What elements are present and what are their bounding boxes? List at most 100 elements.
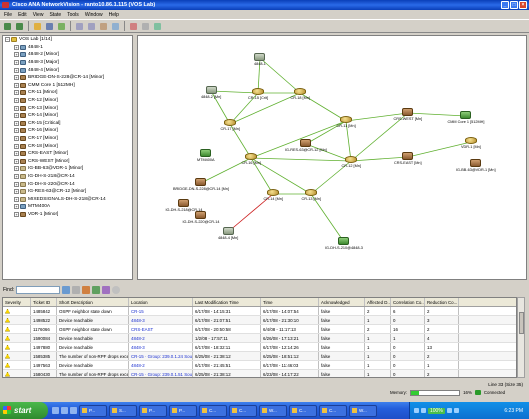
table-row[interactable]: 1485842 OSPF neighbor state down CR-15 6/17…: [3, 307, 516, 316]
layout-button[interactable]: [110, 21, 121, 32]
map-node[interactable]: 4848-2 [Mn]: [201, 86, 221, 99]
column-header[interactable]: Location: [129, 298, 193, 306]
expand-icon[interactable]: +: [14, 75, 19, 81]
expand-icon[interactable]: +: [14, 173, 19, 179]
alarm-table-scrollbar[interactable]: [517, 297, 525, 378]
tree-item[interactable]: + CR-11 [Minor]: [3, 89, 132, 97]
column-header[interactable]: Acknowledged: [319, 298, 365, 306]
taskbar-task-button[interactable]: P...: [79, 404, 107, 417]
taskbar-task-button[interactable]: C...: [289, 404, 317, 417]
tree-item[interactable]: + CR-13 [Minor]: [3, 104, 132, 112]
map-node[interactable]: CR-17 [Mn]: [221, 119, 240, 131]
explorer-icon[interactable]: [70, 407, 77, 414]
taskbar-task-button[interactable]: W...: [259, 404, 287, 417]
fit-view-button[interactable]: [98, 21, 109, 32]
zoom-out-button[interactable]: [86, 21, 97, 32]
update-icon[interactable]: [453, 408, 459, 413]
map-node[interactable]: MTM400A: [197, 149, 215, 162]
network-tree[interactable]: − VOS Lab [1/14] +4848-1 +4848-2 [Minor] +48…: [2, 35, 133, 280]
tree-item[interactable]: + CR-15 [Critical]: [3, 120, 132, 128]
expand-icon[interactable]: +: [14, 82, 19, 88]
map-node[interactable]: VDR-1 [Mn]: [461, 137, 481, 149]
tree-item[interactable]: + CR-12 [Minor]: [3, 97, 132, 105]
tree-item[interactable]: + IG-BB-63@VDR-1 [Minor]: [3, 165, 132, 173]
find-button[interactable]: [140, 21, 151, 32]
expand-icon[interactable]: +: [14, 204, 19, 210]
map-node[interactable]: CMM Core 1 [512MH]: [448, 111, 484, 124]
collapse-icon[interactable]: −: [5, 37, 10, 43]
expand-icon[interactable]: +: [14, 113, 19, 119]
columns-icon[interactable]: [72, 286, 81, 294]
tree-item[interactable]: + MIXEDSIGNALS-DH-S-218@CR-14: [3, 195, 132, 203]
table-row[interactable]: 1580430The number of non-RPF drops excee…: [3, 370, 516, 377]
table-row[interactable]: 1590084 Device reachable 4848-2 1/2/08 - 17…: [3, 334, 516, 343]
map-node[interactable]: IG-DH-S-210@4848-3: [325, 237, 363, 250]
taskbar-task-button[interactable]: S...: [109, 404, 137, 417]
map-node[interactable]: CR-15 [Crit]: [248, 88, 268, 100]
column-header[interactable]: Severity: [3, 298, 31, 306]
scroll-thumb[interactable]: [519, 312, 524, 334]
tree-item[interactable]: + IG-DH-S-218@CR-14: [3, 173, 132, 181]
zoom-in-button[interactable]: [74, 21, 85, 32]
table-row[interactable]: 1498522 Device reachable 4848-3 6/17/08 - 2…: [3, 316, 516, 325]
tree-item[interactable]: + IG-DH-S-220@CR-14: [3, 180, 132, 188]
expand-icon[interactable]: +: [14, 181, 19, 187]
maximize-button[interactable]: □: [510, 1, 518, 9]
map-node[interactable]: CR-14 [Mn]: [264, 189, 283, 201]
expand-icon[interactable]: +: [14, 128, 19, 134]
column-header[interactable]: Time: [261, 298, 319, 306]
table-row[interactable]: 1497880 Device reachable 4848-3 6/17/08 - 1…: [3, 343, 516, 352]
tree-item[interactable]: + VDR-1 [Minor]: [3, 211, 132, 219]
expand-icon[interactable]: +: [14, 60, 19, 66]
close-button[interactable]: ×: [519, 1, 527, 9]
column-header[interactable]: Correlation Co...: [391, 298, 425, 306]
add-link-button[interactable]: [128, 21, 139, 32]
expand-icon[interactable]: +: [14, 151, 19, 157]
map-node[interactable]: 4848-4 [Mn]: [218, 227, 238, 240]
tree-item[interactable]: + BRIDGE-DN-S-228@CR-14 [Minor]: [3, 74, 132, 82]
expand-icon[interactable]: +: [14, 166, 19, 172]
map-node[interactable]: CRS-EAST [Mn]: [394, 152, 422, 165]
expand-icon[interactable]: +: [14, 211, 19, 217]
tree-item[interactable]: + CRS-EAST [Minor]: [3, 150, 132, 158]
table-row[interactable]: 1497563 Device reachable 4848-2 6/17/08 - 2…: [3, 361, 516, 370]
volume-icon[interactable]: [421, 408, 426, 413]
map-node[interactable]: IG-RES-63@CR-12 [Mn]: [285, 139, 327, 152]
map-node[interactable]: CRS-WEST [Mn]: [394, 108, 422, 121]
map-node[interactable]: CR-13 [Mn]: [302, 189, 321, 201]
tree-item[interactable]: + CR-14 [Minor]: [3, 112, 132, 120]
map-node[interactable]: CR-16 [Mn]: [242, 153, 261, 165]
tree-item[interactable]: − VOS Lab [1/14]: [3, 36, 132, 44]
tree-item[interactable]: +4848-2 [Minor]: [3, 51, 132, 59]
filter-icon[interactable]: [62, 286, 71, 294]
menu-view[interactable]: View: [33, 12, 44, 18]
tree-item[interactable]: + CRS-WEST [Minor]: [3, 158, 132, 166]
tree-item[interactable]: + CMM Core 1 [512MH]: [3, 82, 132, 90]
map-node[interactable]: BRIDGE-DN-S-228@CR-14 [Mn]: [173, 178, 229, 191]
column-header[interactable]: Affected D...: [365, 298, 391, 306]
security-icon[interactable]: [446, 408, 452, 413]
expand-icon[interactable]: +: [14, 189, 19, 195]
forward-button[interactable]: [14, 21, 25, 32]
network-icon[interactable]: [414, 408, 419, 413]
menu-state[interactable]: State: [49, 12, 61, 18]
column-header[interactable]: Reduction Co...: [425, 298, 459, 306]
map-node[interactable]: CR-18 [Mn]: [291, 88, 310, 100]
browser-icon[interactable]: [61, 407, 68, 414]
tree-item[interactable]: +4848-3 [Major]: [3, 59, 132, 67]
expand-icon[interactable]: +: [14, 52, 19, 58]
menu-window[interactable]: Window: [85, 12, 103, 18]
taskbar-task-button[interactable]: C...: [319, 404, 347, 417]
menu-file[interactable]: File: [4, 12, 12, 18]
minimize-button[interactable]: _: [501, 1, 509, 9]
tree-item[interactable]: + CR-16 [Minor]: [3, 127, 132, 135]
tree-item[interactable]: +4848-1: [3, 44, 132, 52]
expand-icon[interactable]: +: [14, 98, 19, 104]
taskbar-task-button[interactable]: C...: [199, 404, 227, 417]
map-node[interactable]: IG-DH-S-220@CR-14: [183, 211, 219, 224]
tree-item[interactable]: + CR-17 [Minor]: [3, 135, 132, 143]
topology-link[interactable]: [250, 157, 352, 162]
expand-icon[interactable]: +: [14, 143, 19, 149]
overview-button[interactable]: [152, 21, 163, 32]
expand-icon[interactable]: +: [14, 105, 19, 111]
